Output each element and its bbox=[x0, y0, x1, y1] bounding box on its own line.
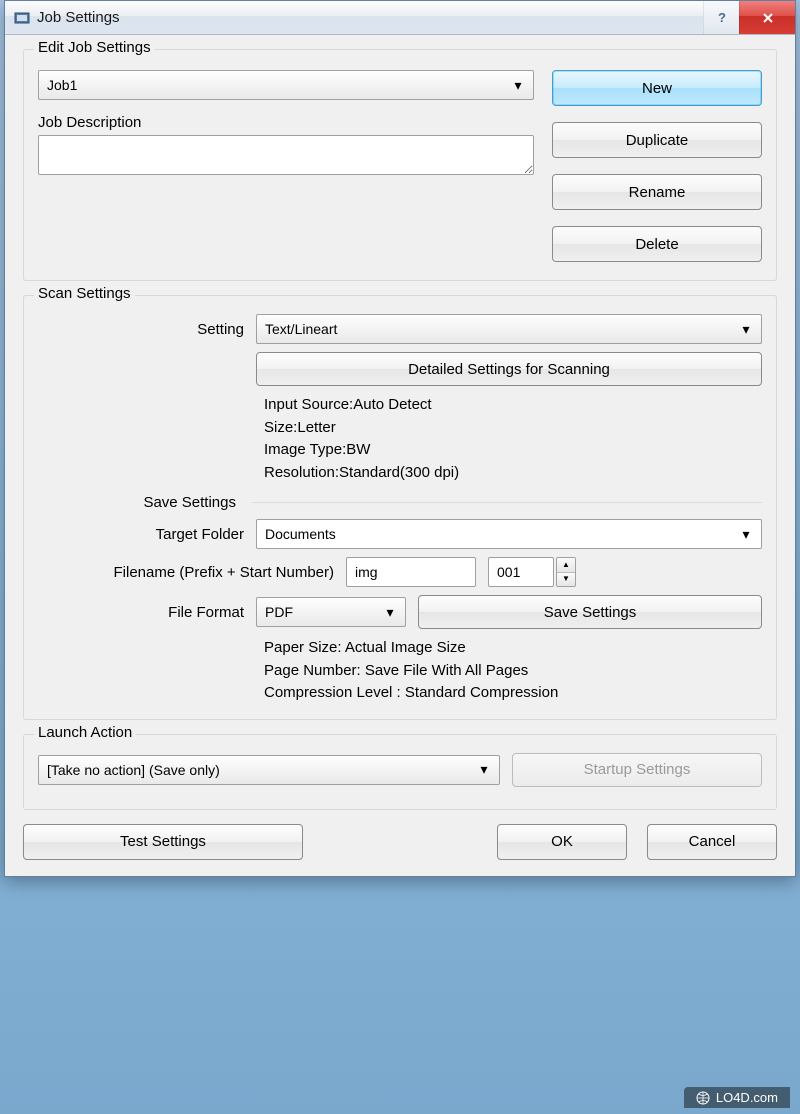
setting-label: Setting bbox=[54, 321, 244, 338]
filename-label: Filename (Prefix + Start Number) bbox=[54, 564, 334, 581]
target-folder-label: Target Folder bbox=[54, 526, 244, 543]
info-input-source: Input Source:Auto Detect bbox=[264, 394, 762, 417]
rename-button[interactable]: Rename bbox=[552, 174, 762, 210]
filename-number-input[interactable] bbox=[488, 557, 554, 587]
app-icon bbox=[13, 9, 31, 27]
job-select-value: Job1 bbox=[47, 77, 77, 93]
target-folder-value: Documents bbox=[265, 526, 336, 542]
info-resolution: Resolution:Standard(300 dpi) bbox=[264, 462, 762, 485]
scan-settings-group: Scan Settings Setting Text/Lineart ▾ Det… bbox=[23, 295, 777, 720]
titlebar-controls: ? bbox=[703, 1, 795, 34]
save-settings-button[interactable]: Save Settings bbox=[418, 595, 762, 629]
scan-legend: Scan Settings bbox=[34, 285, 135, 302]
spin-down-button[interactable]: ▼ bbox=[557, 572, 575, 587]
duplicate-button[interactable]: Duplicate bbox=[552, 122, 762, 158]
chevron-down-icon: ▾ bbox=[477, 761, 491, 778]
test-settings-button[interactable]: Test Settings bbox=[23, 824, 303, 860]
job-select[interactable]: Job1 ▾ bbox=[38, 70, 534, 100]
chevron-down-icon: ▾ bbox=[739, 321, 753, 338]
help-button[interactable]: ? bbox=[703, 1, 739, 34]
ok-button[interactable]: OK bbox=[497, 824, 627, 860]
new-button[interactable]: New bbox=[552, 70, 762, 106]
job-desc-label: Job Description bbox=[38, 114, 534, 131]
edit-job-group: Edit Job Settings Job1 ▾ Job Description… bbox=[23, 49, 777, 281]
cancel-button[interactable]: Cancel bbox=[647, 824, 777, 860]
target-folder-select[interactable]: Documents ▾ bbox=[256, 519, 762, 549]
save-settings-legend: Save Settings bbox=[54, 494, 244, 511]
client-area: Edit Job Settings Job1 ▾ Job Description… bbox=[5, 35, 795, 876]
close-button[interactable] bbox=[739, 1, 795, 34]
scan-info: Input Source:Auto Detect Size:Letter Ima… bbox=[264, 394, 762, 484]
spin-up-button[interactable]: ▲ bbox=[557, 558, 575, 572]
globe-icon bbox=[696, 1091, 710, 1105]
detailed-settings-button[interactable]: Detailed Settings for Scanning bbox=[256, 352, 762, 386]
svg-text:?: ? bbox=[718, 11, 726, 25]
startup-settings-button: Startup Settings bbox=[512, 753, 762, 787]
chevron-down-icon: ▾ bbox=[383, 604, 397, 621]
job-desc-input[interactable] bbox=[38, 135, 534, 175]
launch-legend: Launch Action bbox=[34, 724, 136, 741]
launch-action-value: [Take no action] (Save only) bbox=[47, 762, 220, 778]
info-page-number: Page Number: Save File With All Pages bbox=[264, 660, 762, 683]
titlebar: Job Settings ? bbox=[5, 1, 795, 35]
chevron-down-icon: ▾ bbox=[739, 526, 753, 543]
file-format-label: File Format bbox=[54, 604, 244, 621]
info-size: Size:Letter bbox=[264, 417, 762, 440]
info-image-type: Image Type:BW bbox=[264, 439, 762, 462]
filename-prefix-input[interactable] bbox=[346, 557, 476, 587]
chevron-down-icon: ▾ bbox=[511, 77, 525, 94]
edit-job-legend: Edit Job Settings bbox=[34, 39, 155, 56]
job-settings-window: Job Settings ? Edit Job Settings Job1 ▾ … bbox=[4, 0, 796, 877]
watermark: LO4D.com bbox=[684, 1087, 790, 1108]
scan-setting-value: Text/Lineart bbox=[265, 321, 337, 337]
launch-action-group: Launch Action [Take no action] (Save onl… bbox=[23, 734, 777, 810]
delete-button[interactable]: Delete bbox=[552, 226, 762, 262]
window-title: Job Settings bbox=[37, 9, 703, 26]
info-paper-size: Paper Size: Actual Image Size bbox=[264, 637, 762, 660]
info-compression: Compression Level : Standard Compression bbox=[264, 682, 762, 705]
scan-setting-select[interactable]: Text/Lineart ▾ bbox=[256, 314, 762, 344]
save-info: Paper Size: Actual Image Size Page Numbe… bbox=[264, 637, 762, 705]
file-format-select[interactable]: PDF ▾ bbox=[256, 597, 406, 627]
launch-action-select[interactable]: [Take no action] (Save only) ▾ bbox=[38, 755, 500, 785]
file-format-value: PDF bbox=[265, 604, 293, 620]
